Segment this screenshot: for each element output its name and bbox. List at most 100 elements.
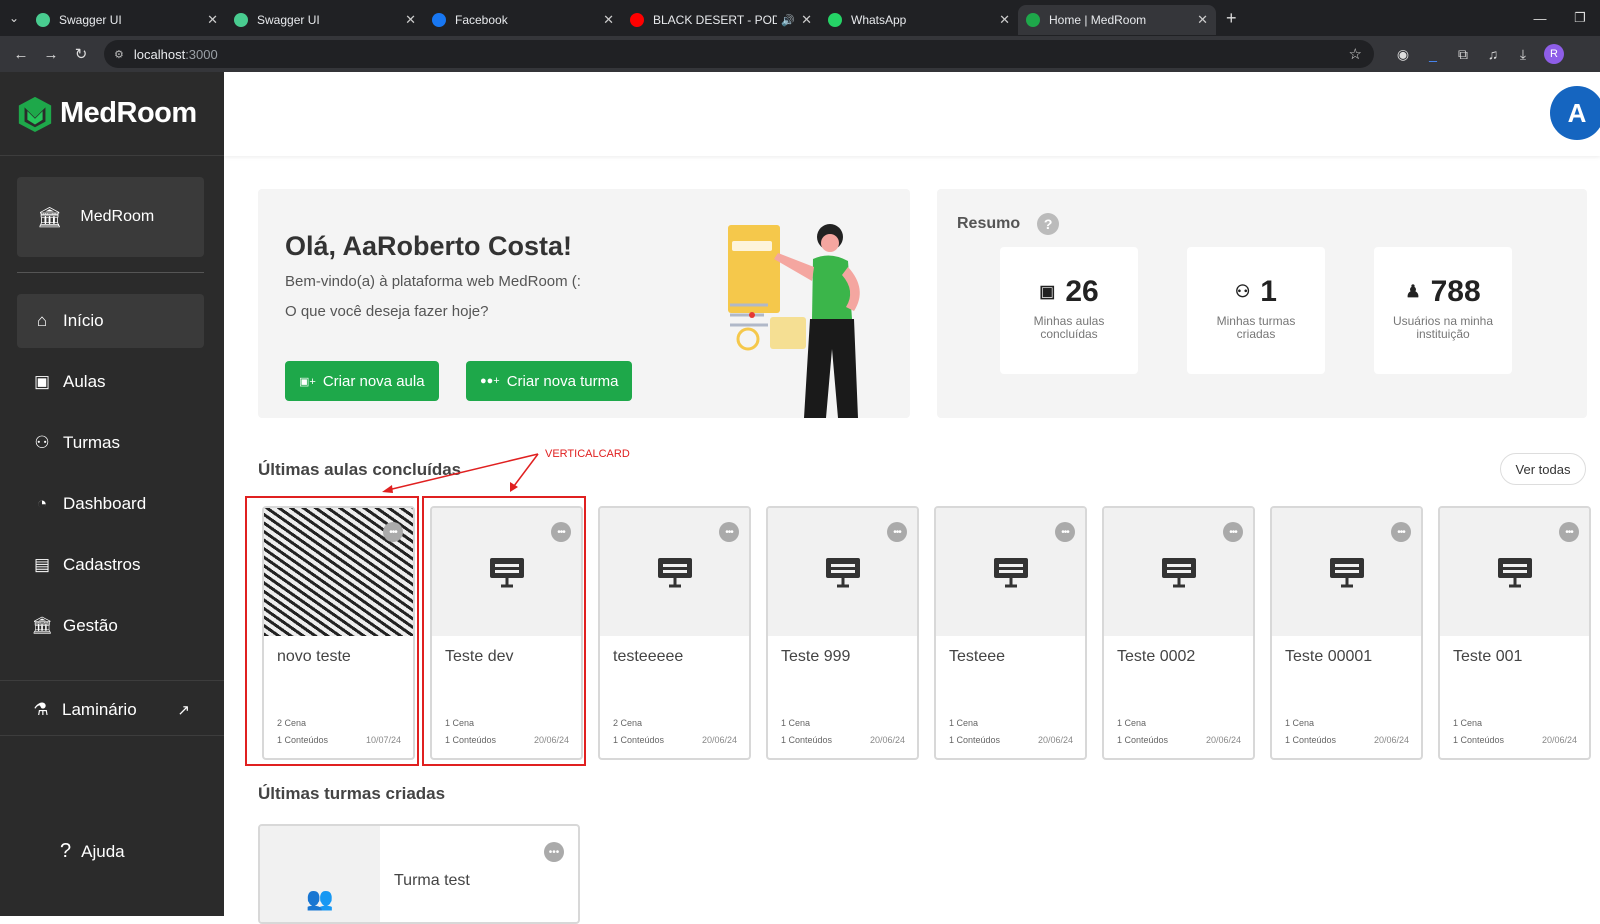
annotation-box <box>245 496 419 766</box>
class-card[interactable]: ••• Teste 00001 1 Cena 1 Conteúdos 20/06/24 <box>1270 506 1423 760</box>
annotation-box <box>422 496 586 766</box>
sidebar-item-aulas[interactable]: ▣ Aulas <box>17 355 204 409</box>
welcome-panel: Olá, AaRoberto Costa! Bem-vindo(a) à pla… <box>258 189 910 418</box>
more-options-icon[interactable]: ••• <box>887 522 907 542</box>
extension-icon-2[interactable]: _ <box>1418 46 1448 63</box>
sidebar-item-cadastros[interactable]: ▤ Cadastros <box>17 538 204 592</box>
tab-favicon-icon <box>432 13 446 27</box>
class-card-contents: 1 Conteúdos <box>1117 735 1169 745</box>
sidebar-item-laminario[interactable]: ⚗ Laminário ↗ <box>30 686 190 734</box>
welcome-question: O que você deseja fazer hoje? <box>285 303 489 320</box>
extensions-puzzle-icon[interactable]: ⧉ <box>1448 46 1478 63</box>
browser-tab[interactable]: Home | MedRoom ✕ <box>1018 5 1216 35</box>
divider <box>17 272 204 273</box>
class-card-contents: 1 Conteúdos <box>949 735 1001 745</box>
users-icon: ●●+ <box>480 375 500 387</box>
stat-label: Minhas aulas concluídas <box>1033 314 1105 341</box>
class-card[interactable]: ••• Teste 001 1 Cena 1 Conteúdos 20/06/24 <box>1438 506 1591 760</box>
close-tab-icon[interactable]: ✕ <box>405 12 416 28</box>
more-options-icon[interactable]: ••• <box>719 522 739 542</box>
class-card-scenes: 1 Cena <box>949 718 979 728</box>
tab-title: Swagger UI <box>59 13 122 27</box>
bookmark-star-icon[interactable]: ☆ <box>1349 45 1362 63</box>
close-tab-icon[interactable]: ✕ <box>999 12 1010 28</box>
class-card-title: Teste 999 <box>781 648 851 665</box>
summary-panel: Resumo ? ▣ 26 Minhas aulas concluídas ⚇ 1 Min… <box>937 189 1587 418</box>
more-options-icon[interactable]: ••• <box>1223 522 1243 542</box>
downloads-icon[interactable]: ⤓ <box>1508 46 1538 63</box>
sidebar: MedRoom 🏛 MedRoom ⌂ Início ▣ Aulas ⚇ Turmas ◔ D… <box>0 72 224 916</box>
browser-tab[interactable]: Swagger UI ✕ <box>28 5 226 35</box>
help-label: Ajuda <box>81 841 125 861</box>
browser-tab[interactable]: Swagger UI ✕ <box>226 5 424 35</box>
class-card-date: 20/06/24 <box>1541 735 1577 745</box>
sidebar-item-dashboard[interactable]: ◔ Dashboard <box>17 477 204 531</box>
sidebar-item-label: Laminário <box>62 700 137 719</box>
institution-selector[interactable]: 🏛 MedRoom <box>17 177 204 257</box>
url-field[interactable]: ⚙ localhost:3000 ☆ <box>104 40 1374 68</box>
extension-icon[interactable]: ◉ <box>1388 46 1418 63</box>
greeting: Olá, AaRoberto Costa! <box>285 231 573 261</box>
site-info-icon[interactable]: ⚙ <box>114 48 124 61</box>
microscope-icon: ⚗ <box>33 700 49 719</box>
tab-favicon-icon <box>630 13 644 27</box>
close-tab-icon[interactable]: ✕ <box>207 12 218 28</box>
audio-playing-icon[interactable]: 🔊 <box>781 14 795 27</box>
more-options-icon[interactable]: ••• <box>544 842 564 862</box>
see-all-button[interactable]: Ver todas <box>1500 453 1586 485</box>
class-card-contents: 1 Conteúdos <box>1453 735 1505 745</box>
presentation-icon <box>657 558 692 588</box>
medroom-logo-icon <box>18 96 52 132</box>
browser-tab-bar: ⌄ Swagger UI ✕ Swagger UI ✕ Facebook ✕ BLACK D… <box>0 0 1600 36</box>
sidebar-item-início[interactable]: ⌂ Início <box>17 294 204 348</box>
browser-tab[interactable]: WhatsApp ✕ <box>820 5 1018 35</box>
more-options-icon[interactable]: ••• <box>1055 522 1075 542</box>
new-tab-button[interactable]: + <box>1226 8 1237 29</box>
browser-tab[interactable]: Facebook ✕ <box>424 5 622 35</box>
tab-search-chevron-icon[interactable]: ⌄ <box>0 0 28 36</box>
tab-favicon-icon <box>828 13 842 27</box>
class-card[interactable]: ••• Testeee 1 Cena 1 Conteúdos 20/06/24 <box>934 506 1087 760</box>
tab-title: Swagger UI <box>257 13 320 27</box>
browser-tab[interactable]: BLACK DESERT - PODWAR🔊 ✕ <box>622 5 820 35</box>
create-group-button[interactable]: ●●+ Criar nova turma <box>466 361 633 401</box>
close-tab-icon[interactable]: ✕ <box>801 12 812 28</box>
annotation-label: VERTICALCARD <box>545 448 630 460</box>
close-tab-icon[interactable]: ✕ <box>603 12 614 28</box>
users-icon: ⚇ <box>34 433 50 452</box>
more-options-icon[interactable]: ••• <box>1559 522 1579 542</box>
class-card-title: Teste 0002 <box>1117 648 1196 665</box>
restore-button[interactable]: ❐ <box>1560 0 1600 36</box>
sidebar-item-turmas[interactable]: ⚇ Turmas <box>17 416 204 470</box>
user-avatar[interactable]: A <box>1550 86 1600 140</box>
create-class-button[interactable]: ▣+ Criar nova aula <box>285 361 439 401</box>
user-icon: ♟ <box>1405 282 1421 301</box>
class-card[interactable]: ••• Teste 0002 1 Cena 1 Conteúdos 20/06/24 <box>1102 506 1255 760</box>
class-card[interactable]: ••• testeeeee 2 Cena 1 Conteúdos 20/06/24 <box>598 506 751 760</box>
home-icon: ⌂ <box>36 311 48 330</box>
class-card-date: 20/06/24 <box>1037 735 1073 745</box>
presentation-icon: ▣+ <box>299 375 316 388</box>
media-controls-icon[interactable]: ♫ <box>1478 46 1508 63</box>
tab-favicon-icon <box>234 13 248 27</box>
back-icon[interactable]: ← <box>6 46 36 63</box>
reload-icon[interactable]: ↻ <box>66 45 96 63</box>
presentation-icon <box>1329 558 1364 588</box>
more-options-icon[interactable]: ••• <box>1391 522 1411 542</box>
sidebar-item-gestão[interactable]: 🏛 Gestão <box>17 599 204 653</box>
sidebar-item-label: Cadastros <box>63 555 141 574</box>
help-button[interactable]: ? Ajuda <box>60 840 125 863</box>
users-icon: ⚇ <box>1235 282 1251 301</box>
pie-chart-icon: ◔ <box>36 494 48 513</box>
forward-icon[interactable]: → <box>36 46 66 63</box>
group-card[interactable]: 👥 Turma test ••• <box>258 824 580 924</box>
logo-text: MedRoom <box>60 97 197 129</box>
logo[interactable]: MedRoom <box>0 72 224 156</box>
class-card-scenes: 1 Cena <box>1285 718 1315 728</box>
stat-label: Minhas turmas criadas <box>1216 314 1296 341</box>
close-tab-icon[interactable]: ✕ <box>1197 12 1208 28</box>
help-icon[interactable]: ? <box>1037 213 1060 235</box>
profile-avatar[interactable]: R <box>1544 44 1564 64</box>
minimize-button[interactable]: — <box>1520 0 1560 36</box>
class-card[interactable]: ••• Teste 999 1 Cena 1 Conteúdos 20/06/24 <box>766 506 919 760</box>
